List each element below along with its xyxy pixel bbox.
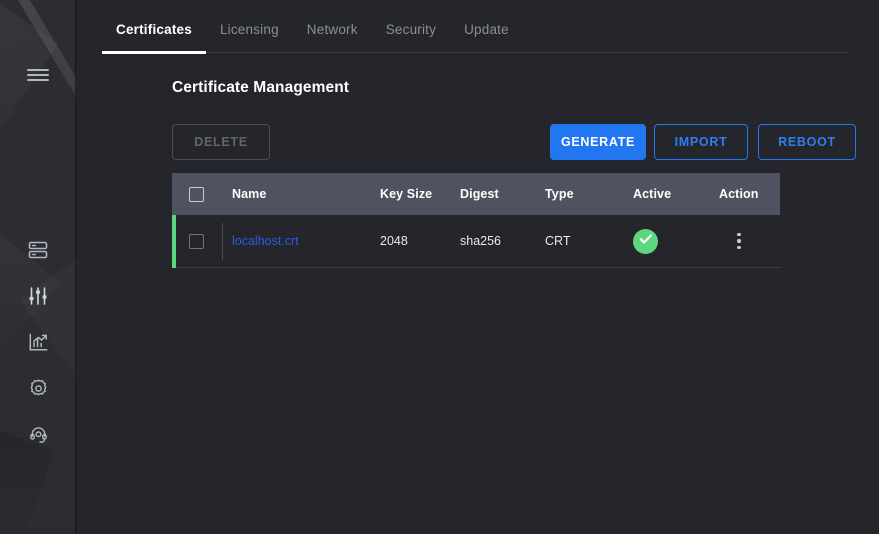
tab-label: Certificates (116, 22, 192, 37)
sidebar-item-menu-toggle[interactable] (0, 60, 76, 90)
tab-update[interactable]: Update (450, 0, 523, 54)
reboot-button[interactable]: REBOOT (758, 124, 856, 160)
cell-digest: sha256 (460, 234, 545, 248)
tab-network[interactable]: Network (293, 0, 372, 54)
main-content: Certificates Licensing Network Security … (76, 0, 879, 534)
tab-label: Licensing (220, 22, 279, 37)
action-toolbar: DELETE GENERATE IMPORT REBOOT (172, 124, 780, 160)
sidebar-item-analytics[interactable] (0, 327, 76, 357)
tabbar: Certificates Licensing Network Security … (102, 0, 848, 54)
generate-button[interactable]: GENERATE (550, 124, 646, 160)
server-stack-icon (28, 241, 48, 259)
import-button[interactable]: IMPORT (654, 124, 748, 160)
certificates-table: Name Key Size Digest Type Active Action … (172, 173, 780, 268)
tab-licensing[interactable]: Licensing (206, 0, 293, 54)
tab-security[interactable]: Security (372, 0, 450, 54)
column-header-key-size: Key Size (380, 187, 460, 201)
column-header-name: Name (220, 187, 380, 201)
hamburger-menu-icon (27, 68, 49, 82)
sliders-icon (28, 287, 48, 305)
cell-active (633, 229, 719, 254)
tab-label: Update (464, 22, 509, 37)
sidebar-item-tuning[interactable] (0, 281, 76, 311)
app-window: Certificates Licensing Network Security … (0, 0, 879, 534)
active-status-badge (633, 229, 658, 254)
tab-certificates[interactable]: Certificates (102, 0, 206, 54)
cell-action (719, 229, 779, 253)
column-header-type: Type (545, 187, 633, 201)
column-header-digest: Digest (460, 187, 545, 201)
row-active-accent-bar (172, 215, 176, 268)
kebab-menu-icon[interactable] (727, 229, 751, 253)
tab-label: Security (386, 22, 436, 37)
check-icon (639, 232, 653, 250)
cell-name: localhost.crt (220, 232, 380, 250)
table-row[interactable]: localhost.crt 2048 sha256 CRT (172, 215, 780, 268)
sidebar-item-storage[interactable] (0, 235, 76, 265)
sidebar-item-settings[interactable] (0, 373, 76, 403)
table-header-row: Name Key Size Digest Type Active Action (172, 173, 780, 215)
cell-type: CRT (545, 234, 633, 248)
select-all-cell (172, 187, 220, 202)
bar-chart-icon (29, 333, 48, 351)
row-cell-divider (222, 223, 223, 260)
certificate-name-link[interactable]: localhost.crt (232, 234, 299, 248)
left-sidebar (0, 0, 76, 534)
cell-key-size: 2048 (380, 234, 460, 248)
gear-icon (29, 379, 48, 398)
row-select-checkbox[interactable] (189, 234, 204, 249)
delete-button[interactable]: DELETE (172, 124, 270, 160)
headset-icon (29, 425, 48, 444)
sidebar-item-support[interactable] (0, 419, 76, 449)
page-title: Certificate Management (172, 79, 349, 97)
column-header-active: Active (633, 187, 719, 201)
select-all-checkbox[interactable] (189, 187, 204, 202)
column-header-action: Action (719, 187, 779, 201)
tab-label: Network (307, 22, 358, 37)
row-select-cell (172, 234, 220, 249)
